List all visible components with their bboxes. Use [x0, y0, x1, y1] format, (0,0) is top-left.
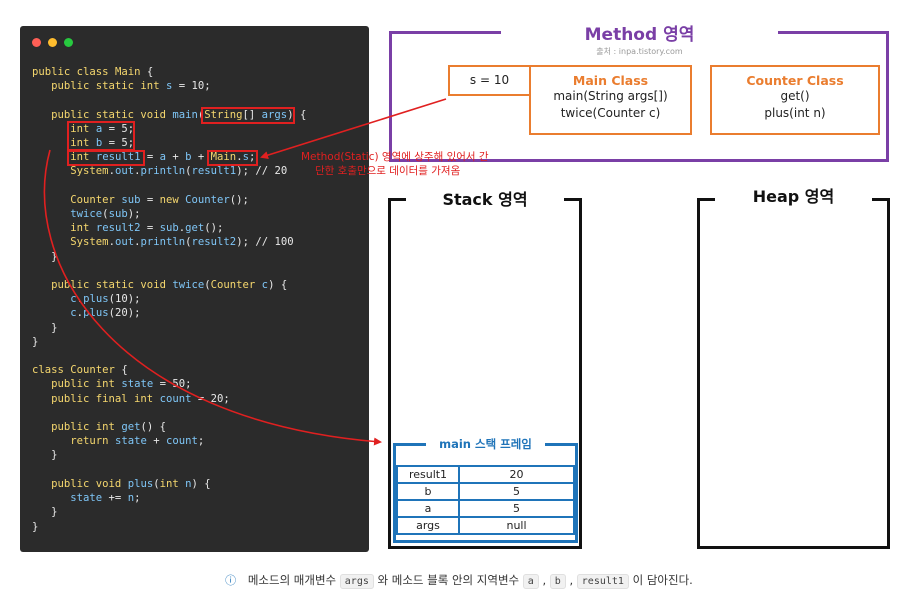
counter-class-title: Counter Class: [746, 73, 844, 88]
stack-area-cap-right: [564, 198, 582, 201]
method-area-border-left: [389, 31, 501, 34]
var-value: 20: [458, 465, 575, 484]
caption-separator: ,: [569, 573, 574, 587]
method-area-title: Method 영역: [584, 25, 695, 45]
caption-text: 와 메소드 블록 안의 지역변수: [377, 573, 520, 587]
caption-code-b: b: [549, 574, 566, 589]
stack-frame-table: result1 20 b 5 a 5 args null: [396, 465, 575, 535]
caption-code-a: a: [522, 574, 539, 589]
figure-caption: ⓘ 메소드의 매개변수 args 와 메소드 블록 안의 지역변수 a , b …: [0, 572, 918, 589]
stack-frame-cap-left: [393, 443, 426, 446]
main-class-box: Main Class main(String args[]) twice(Cou…: [529, 65, 692, 135]
caption-text: 이 담아진다.: [632, 573, 693, 587]
code-window: public class Main { public static int s …: [20, 26, 369, 552]
caption-code-result1: result1: [576, 574, 629, 589]
highlight-local-a-b: [67, 121, 135, 151]
var-name: a: [396, 499, 460, 518]
highlight-local-result1: [67, 150, 145, 166]
close-dot-icon: [32, 38, 41, 47]
main-class-title: Main Class: [572, 73, 649, 88]
minimize-dot-icon: [48, 38, 57, 47]
table-row: result1 20: [396, 465, 575, 484]
counter-class-method: get(): [780, 89, 810, 103]
var-value: null: [458, 516, 575, 535]
static-variable-box: s = 10: [448, 65, 531, 96]
var-name: result1: [396, 465, 460, 484]
table-row: b 5: [396, 482, 575, 501]
main-class-method: twice(Counter c): [560, 106, 661, 120]
highlight-args-param: [201, 107, 295, 124]
static-annotation: Method(Static) 영역에 상주해 있어서 간 단한 호출만으로 데이…: [301, 150, 489, 178]
var-value: 5: [458, 482, 575, 501]
stack-area-title: Stack 영역: [442, 190, 528, 209]
info-icon: ⓘ: [225, 574, 237, 587]
heap-area: [697, 198, 890, 549]
main-class-method: main(String args[]): [553, 89, 668, 103]
source-credit: 출처 : inpa.tistory.com: [596, 47, 683, 56]
heap-area-cap-right: [872, 198, 890, 201]
counter-class-method: plus(int n): [764, 106, 826, 120]
var-name: b: [396, 482, 460, 501]
annotation-line: 단한 호출만으로 데이터를 가져옴: [315, 165, 461, 177]
var-value: 5: [458, 499, 575, 518]
annotation-line: Method(Static) 영역에 상주해 있어서 간: [301, 151, 489, 163]
stack-frame-title: main 스택 프레임: [439, 437, 532, 451]
heap-area-title: Heap 영역: [752, 187, 835, 206]
caption-text: 메소드의 매개변수: [247, 573, 337, 587]
maximize-dot-icon: [64, 38, 73, 47]
highlight-main-s: [207, 150, 258, 166]
table-row: args null: [396, 516, 575, 535]
stack-area-cap-left: [388, 198, 406, 201]
counter-class-box: Counter Class get() plus(int n): [710, 65, 880, 135]
method-area-border-right: [778, 31, 889, 34]
caption-separator: ,: [542, 573, 547, 587]
heap-area-cap-left: [697, 198, 715, 201]
caption-code-args: args: [339, 574, 374, 589]
table-row: a 5: [396, 499, 575, 518]
window-controls: [32, 38, 73, 47]
var-name: args: [396, 516, 460, 535]
stack-frame-cap-right: [545, 443, 578, 446]
